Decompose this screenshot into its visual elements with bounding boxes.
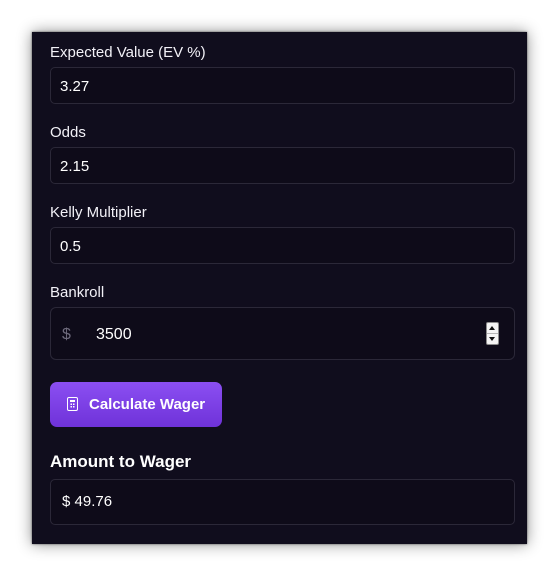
amount-to-wager-heading: Amount to Wager (50, 452, 192, 471)
amount-to-wager-value: $ 49.76 (62, 493, 113, 510)
calculator-icon (67, 397, 78, 411)
kelly-multiplier-label: Kelly Multiplier (50, 204, 147, 221)
calculate-wager-button[interactable]: Calculate Wager (50, 382, 222, 427)
wager-calculator-panel: Expected Value (EV %) 3.27 Odds 2.15 Kel… (32, 32, 527, 544)
kelly-multiplier-input[interactable]: 0.5 (50, 227, 515, 264)
number-stepper[interactable] (486, 322, 499, 345)
kelly-multiplier-input-value: 0.5 (60, 238, 81, 255)
amount-to-wager-output: $ 49.76 (50, 479, 515, 525)
bankroll-label: Bankroll (50, 284, 105, 301)
ev-input[interactable]: 3.27 (50, 67, 515, 104)
stepper-down-arrow-icon[interactable] (487, 334, 498, 344)
odds-input-value: 2.15 (60, 158, 90, 175)
bankroll-input[interactable]: $ 3500 (50, 307, 515, 360)
odds-input[interactable]: 2.15 (50, 147, 515, 184)
stepper-up-arrow-icon[interactable] (487, 323, 498, 334)
bankroll-input-value: 3500 (96, 326, 132, 343)
ev-input-value: 3.27 (60, 78, 90, 95)
ev-label: Expected Value (EV %) (50, 44, 206, 61)
calculate-wager-label: Calculate Wager (89, 396, 206, 413)
dollar-sign-icon: $ (62, 326, 71, 343)
odds-label: Odds (50, 124, 86, 141)
